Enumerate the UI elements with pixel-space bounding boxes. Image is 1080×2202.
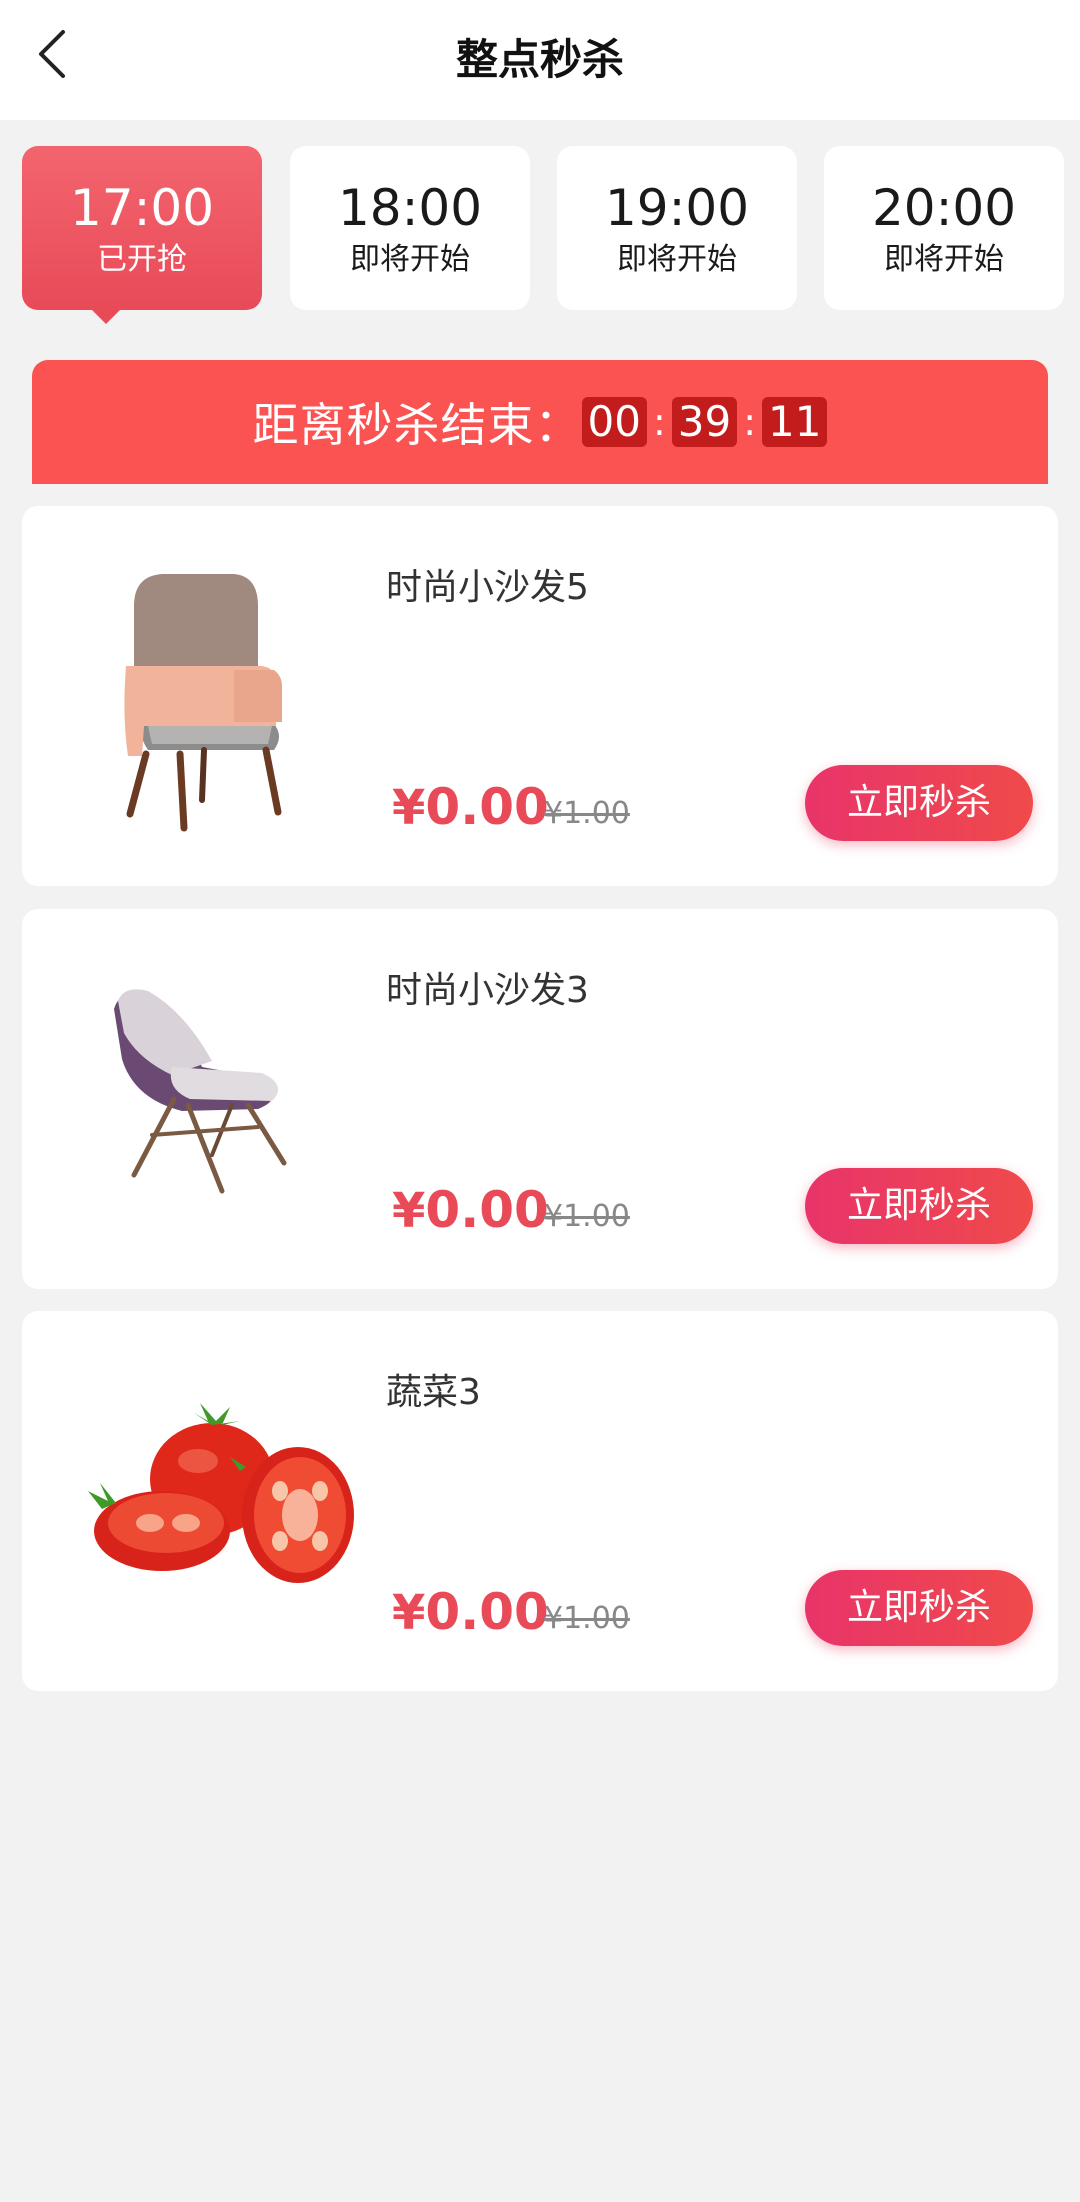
tab-time: 19:00	[604, 179, 750, 237]
product-name: 时尚小沙发3	[386, 970, 589, 1011]
tab-2000[interactable]: 20:00 即将开始	[824, 146, 1064, 310]
currency-symbol: ¥	[392, 780, 426, 836]
page-title: 整点秒杀	[455, 35, 624, 84]
original-price: ¥1.00	[544, 796, 630, 831]
countdown-separator: :	[652, 400, 666, 444]
original-price: ¥1.00	[544, 1199, 630, 1234]
tab-status: 已开抢	[97, 242, 187, 277]
tab-status: 即将开始	[617, 242, 737, 277]
price-value: 0.00	[425, 1181, 549, 1239]
countdown-minutes: 39	[671, 397, 738, 447]
product-card[interactable]: 蔬菜3 ¥0.00 ¥1.00 立即秒杀	[22, 1311, 1058, 1691]
countdown-banner: 距离秒杀结束： 00 : 39 : 11	[32, 360, 1048, 484]
tab-time: 18:00	[337, 179, 483, 237]
tab-1800[interactable]: 18:00 即将开始	[290, 146, 530, 310]
tomato-image	[88, 1403, 354, 1583]
countdown-hours: 00	[581, 397, 647, 447]
countdown-seconds: 11	[762, 397, 828, 447]
product-name: 时尚小沙发5	[386, 567, 589, 608]
product-card[interactable]: 时尚小沙发3 ¥0.00 ¥1.00 立即秒杀	[22, 909, 1058, 1289]
tab-1900[interactable]: 19:00 即将开始	[557, 146, 797, 310]
product-image[interactable]	[62, 1351, 362, 1651]
product-image[interactable]	[62, 546, 362, 846]
currency-symbol: ¥	[392, 1585, 426, 1641]
chevron-left-icon	[39, 30, 65, 78]
flash-buy-button[interactable]: 立即秒杀	[805, 765, 1033, 841]
price-value: 0.00	[425, 778, 549, 836]
flash-price: ¥0.00	[392, 1583, 549, 1641]
product-name: 蔬菜3	[386, 1372, 481, 1413]
product-image[interactable]	[62, 949, 362, 1249]
flash-price: ¥0.00	[392, 778, 549, 836]
tab-time: 17:00	[69, 179, 215, 237]
armchair-image	[124, 574, 282, 832]
product-card[interactable]: 时尚小沙发5 ¥0.00 ¥1.00 立即秒杀	[22, 506, 1058, 886]
flash-buy-button[interactable]: 立即秒杀	[805, 1168, 1033, 1244]
tab-1700[interactable]: 17:00 已开抢	[22, 146, 262, 310]
tab-status: 即将开始	[884, 242, 1004, 277]
price-value: 0.00	[425, 1583, 549, 1641]
flash-buy-button[interactable]: 立即秒杀	[805, 1570, 1033, 1646]
active-tab-pointer	[90, 308, 122, 324]
countdown-separator: :	[743, 400, 757, 444]
countdown-label: 距离秒杀结束：	[252, 398, 582, 452]
tab-time: 20:00	[871, 179, 1017, 237]
flash-price: ¥0.00	[392, 1181, 549, 1239]
original-price: ¥1.00	[544, 1601, 630, 1636]
header-bar: 整点秒杀	[0, 0, 1080, 120]
currency-symbol: ¥	[392, 1183, 426, 1239]
tab-status: 即将开始	[350, 242, 470, 277]
time-slot-tabs: 17:00 已开抢 18:00 即将开始 19:00 即将开始 20:00 即将…	[22, 146, 1080, 330]
back-button[interactable]	[28, 24, 76, 84]
lounge-chair-image	[114, 989, 287, 1194]
